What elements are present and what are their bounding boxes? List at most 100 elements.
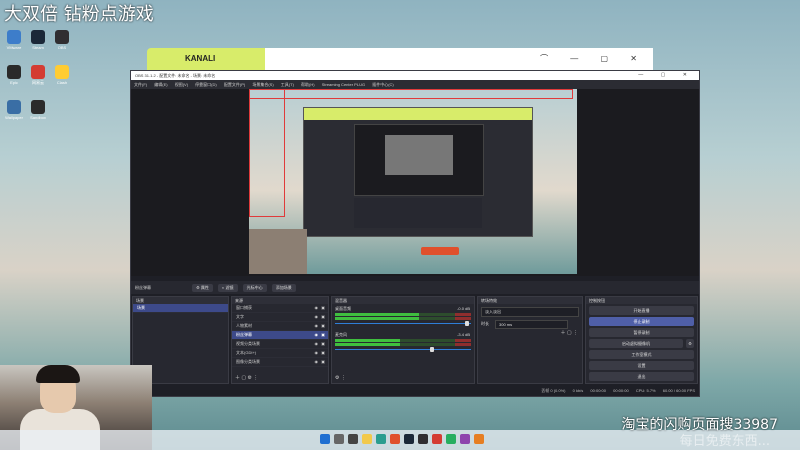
transitions-dock: 转场特效 淡入淡出 时长 300 ms ＋ ▢ ⋮: [477, 296, 583, 384]
store-icon[interactable]: [390, 434, 400, 444]
stream-time: 00:00:00: [590, 388, 606, 393]
task-view-icon[interactable]: [348, 434, 358, 444]
kanali-logo: KANALI: [185, 54, 216, 63]
add-source-icon[interactable]: ＋ ▢ ⚙ ⋮: [235, 374, 258, 381]
settings-button[interactable]: 设置: [589, 361, 694, 370]
properties-button[interactable]: ⚙ 属性: [192, 283, 213, 292]
preview-area[interactable]: [131, 89, 699, 276]
menu-profile[interactable]: 配置文件(P): [224, 82, 245, 87]
game-icon[interactable]: [460, 434, 470, 444]
filter-icon: ◐: [221, 284, 225, 290]
menu-docks[interactable]: 停靠窗口(D): [195, 82, 217, 87]
mixer-settings-icon[interactable]: ⚙ ⋮: [335, 375, 346, 381]
nested-preview: [354, 124, 484, 196]
bitrate: 0 kb/s: [572, 388, 584, 393]
source-item[interactable]: 文字 ◉ ▣: [232, 313, 328, 322]
menu-help[interactable]: 帮助(H): [301, 82, 315, 87]
studio-mode-button[interactable]: 工作室模式: [589, 350, 694, 359]
eye-icon[interactable]: ◉: [315, 340, 319, 348]
transition-select[interactable]: 淡入淡出: [481, 307, 579, 317]
menu-edit[interactable]: 编辑(E): [154, 82, 167, 87]
volume-slider[interactable]: [335, 321, 471, 327]
stop-recording-button[interactable]: 停止录制: [589, 317, 694, 326]
obs-icon[interactable]: [418, 434, 428, 444]
mixer-channel: 桌面音频 -0.0 dB: [332, 304, 474, 330]
volume-meter: [335, 317, 471, 320]
eye-icon[interactable]: ◉: [315, 331, 319, 339]
menu-tools[interactable]: 工具(T): [281, 82, 294, 87]
slider-handle[interactable]: [465, 321, 469, 326]
transition-tools-icon[interactable]: ＋ ▢ ⋮: [560, 329, 578, 336]
preview-canvas[interactable]: [249, 89, 577, 274]
eye-icon[interactable]: ◉: [315, 322, 319, 330]
slider-handle[interactable]: [430, 347, 435, 352]
source-item[interactable]: 图像分类场景 ◉ ▣: [232, 358, 328, 367]
lock-icon[interactable]: ▣: [321, 331, 325, 339]
menu-view[interactable]: 视图(V): [175, 82, 188, 87]
source-item[interactable]: 窗口捕获 ◉ ▣: [232, 304, 328, 313]
music-icon[interactable]: [432, 434, 442, 444]
desktop-icon[interactable]: OBS: [50, 30, 74, 50]
background-app-titlebar: ⌒ — ▢ ✕: [265, 48, 653, 70]
chat-icon[interactable]: [446, 434, 456, 444]
window-controls-icon[interactable]: — ▢ ✕: [638, 71, 695, 80]
scene-item[interactable]: 场景: [133, 304, 228, 313]
source-item[interactable]: 粉丝弹幕 ◉ ▣: [232, 331, 328, 340]
menu-streaming-center[interactable]: Streaming Center PLUG: [322, 82, 365, 87]
explorer-icon[interactable]: [362, 434, 372, 444]
desktop-icon[interactable]: Steam: [26, 30, 50, 50]
menu-plugins[interactable]: 插件中心(C): [372, 82, 394, 87]
source-item[interactable]: 人物素材 ◉ ▣: [232, 322, 328, 331]
lock-icon[interactable]: ▣: [321, 349, 325, 357]
search-icon[interactable]: [334, 434, 344, 444]
lock-icon[interactable]: ▣: [321, 340, 325, 348]
lock-icon[interactable]: ▣: [321, 313, 325, 321]
eye-icon[interactable]: ◉: [315, 313, 319, 321]
pause-recording-button[interactable]: 暂停录制: [589, 328, 694, 337]
window-title: OBS 31.1.2 - 配置文件: 未命名 - 场景: 未命名: [135, 73, 216, 78]
steam-icon[interactable]: [404, 434, 414, 444]
source-toolbar: 粉丝弹幕 ⚙ 属性 ◐ 滤镜 光标中心 添加场景: [131, 281, 699, 294]
source-item[interactable]: 视频分类场景 ◉ ▣: [232, 340, 328, 349]
menu-scene-collection[interactable]: 场景集合(S): [252, 82, 273, 87]
lock-icon[interactable]: ▣: [321, 304, 325, 312]
stream-overlay-promo-sub: 每日免费东西...: [679, 434, 770, 449]
eye-icon[interactable]: ◉: [315, 358, 319, 366]
virtual-camera-button[interactable]: 启动虚拟摄像机 ⚙: [589, 339, 694, 348]
channel-level: -0.0 dB: [457, 306, 470, 311]
eye-icon[interactable]: ◉: [315, 304, 319, 312]
status-bar: 丢帧 0 (0.0%) 0 kb/s 00:00:00 00:00:00 CPU…: [131, 386, 699, 395]
filters-button[interactable]: ◐ 滤镜: [217, 283, 238, 292]
selection-box[interactable]: [249, 89, 285, 217]
lock-icon[interactable]: ▣: [321, 358, 325, 366]
duration-input[interactable]: 300 ms: [495, 320, 568, 329]
desktop-icon[interactable]: VMware: [2, 30, 26, 50]
meter-peak: [454, 343, 471, 346]
add-scene-button[interactable]: 添加场景: [271, 283, 296, 292]
volume-slider[interactable]: [335, 347, 471, 353]
start-streaming-button[interactable]: 开始直播: [589, 306, 694, 315]
window-controls-icon[interactable]: ⌒ — ▢ ✕: [540, 53, 647, 64]
edge-icon[interactable]: [376, 434, 386, 444]
desktop-icon[interactable]: 网易云: [26, 65, 50, 86]
desktop-icon[interactable]: Wallpaper: [2, 100, 26, 120]
dock-title: 场景: [133, 297, 228, 304]
eye-icon[interactable]: ◉: [315, 349, 319, 357]
start-icon[interactable]: [320, 434, 330, 444]
volume-meter: [335, 313, 471, 316]
exit-button[interactable]: 退出: [589, 372, 694, 381]
lock-icon[interactable]: ▣: [321, 322, 325, 330]
source-item[interactable]: 文本(GDI+) ◉ ▣: [232, 349, 328, 358]
dock-title: 转场特效: [478, 297, 582, 304]
meter-fill: [335, 313, 420, 316]
desktop-icon[interactable]: Clash: [50, 65, 74, 85]
menu-file[interactable]: 文件(F): [134, 82, 147, 87]
browser-icon[interactable]: [474, 434, 484, 444]
gear-icon[interactable]: ⚙: [686, 339, 694, 348]
volume-meter: [335, 339, 471, 342]
nested-capture: [303, 107, 533, 237]
desktop-icon[interactable]: Epic: [2, 65, 26, 85]
cursor-center-button[interactable]: 光标中心: [242, 283, 267, 292]
desktop-icon[interactable]: Sandbox: [26, 100, 50, 120]
selection-box[interactable]: [249, 89, 573, 99]
